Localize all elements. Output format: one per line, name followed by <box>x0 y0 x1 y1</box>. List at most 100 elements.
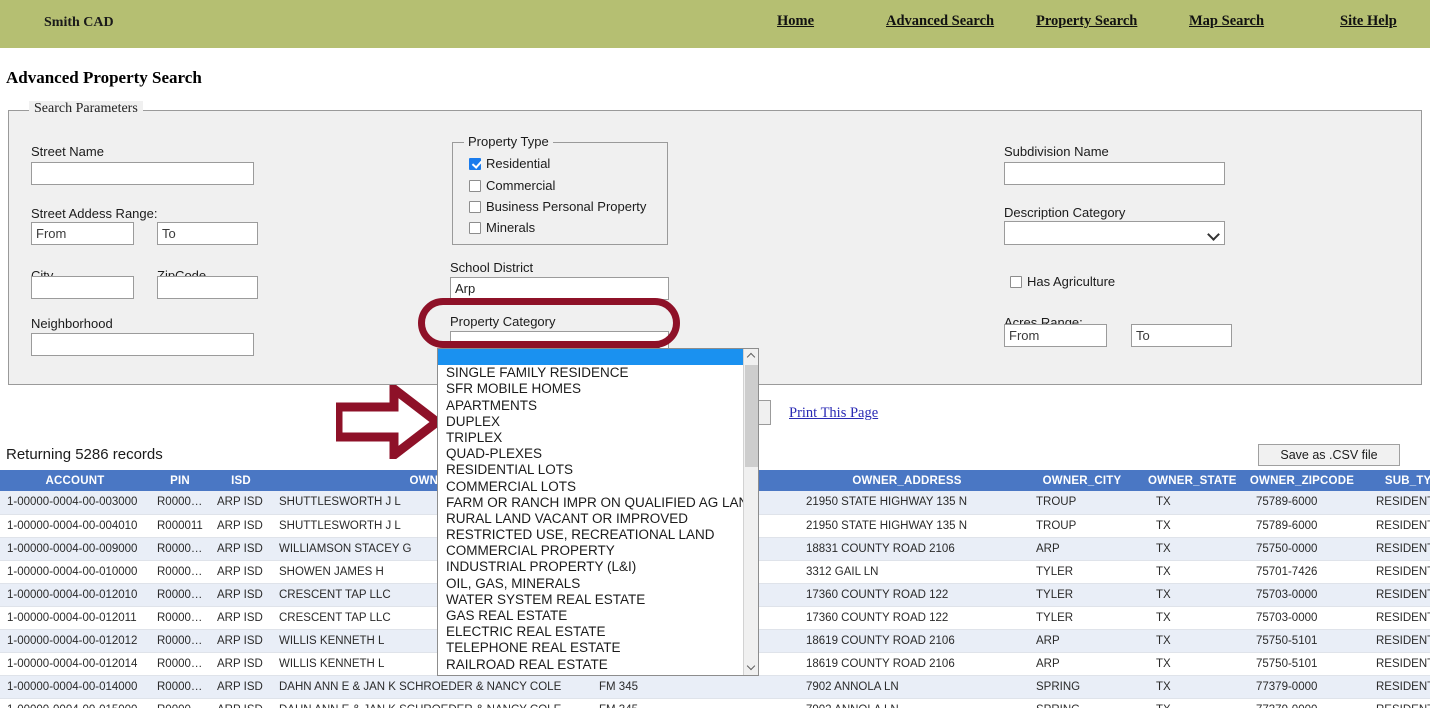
dropdown-option[interactable]: TRIPLEX <box>438 430 743 446</box>
scroll-down-arrow-icon[interactable] <box>744 660 758 675</box>
cell-account: 1-00000-0004-00-004010 <box>0 514 150 538</box>
cell-zip: 75750-5101 <box>1242 652 1362 676</box>
dropdown-option[interactable]: COMMERCIAL PROPERTY <box>438 543 743 559</box>
nav-link-advanced-search[interactable]: Advanced Search <box>886 13 994 30</box>
search-button-partially-hidden[interactable] <box>757 400 771 425</box>
city-input[interactable] <box>31 276 134 299</box>
acres-from-input[interactable] <box>1004 324 1107 347</box>
checkbox-minerals-icon[interactable] <box>469 221 481 234</box>
dropdown-option[interactable]: SINGLE FAMILY RESIDENCE <box>438 365 743 381</box>
cell-address: 18831 COUNTY ROAD 2106 <box>792 537 1022 561</box>
print-this-page-link[interactable]: Print This Page <box>789 405 878 422</box>
dropdown-option[interactable]: DUPLEX <box>438 414 743 430</box>
dropdown-option[interactable]: ELECTRIC REAL ESTATE <box>438 624 743 640</box>
table-row[interactable]: 1-00000-0004-00-014000 R000019 ARP ISD DAHN… <box>0 675 1430 699</box>
dropdown-option[interactable]: SFR MOBILE HOMES <box>438 381 743 397</box>
column-header-pin[interactable]: PIN <box>150 470 210 491</box>
dropdown-option[interactable]: RAILROAD REAL ESTATE <box>438 657 743 673</box>
dropdown-option[interactable] <box>438 349 743 366</box>
cell-city: TYLER <box>1022 606 1142 630</box>
property-type-fieldset: Property Type Residential Commercial Bus… <box>452 134 668 245</box>
dropdown-option[interactable]: QUAD-PLEXES <box>438 446 743 462</box>
cell-situs: FM 345 <box>592 698 792 708</box>
dropdown-option[interactable]: RURAL LAND VACANT OR IMPROVED <box>438 511 743 527</box>
cell-account: 1-00000-0004-00-009000 <box>0 537 150 561</box>
dropdown-option[interactable]: GAS REAL ESTATE <box>438 608 743 624</box>
dropdown-option[interactable]: APARTMENTS <box>438 398 743 414</box>
zipcode-input[interactable] <box>157 276 258 299</box>
nav-link-map-search[interactable]: Map Search <box>1189 13 1264 30</box>
column-header-account[interactable]: ACCOUNT <box>0 470 150 491</box>
column-header-owner-state[interactable]: OWNER_STATE <box>1142 470 1242 491</box>
checkbox-commercial-icon[interactable] <box>469 179 481 192</box>
cell-owner: DAHN ANN E & JAN K SCHROEDER & NANCY COL… <box>272 698 592 708</box>
cell-zip: 75750-5101 <box>1242 629 1362 653</box>
cell-pin: R000018 <box>150 652 210 676</box>
cell-state: TX <box>1142 606 1242 630</box>
has-agriculture-option[interactable]: Has Agriculture <box>1010 274 1115 289</box>
cell-sub-type: RESIDENTIAL <box>1362 491 1430 515</box>
has-agriculture-label: Has Agriculture <box>1027 274 1116 289</box>
property-category-dropdown-list[interactable]: SINGLE FAMILY RESIDENCE SFR MOBILE HOMES A… <box>437 348 759 676</box>
cell-sub-type: RESIDENTIAL <box>1362 560 1430 584</box>
cell-city: TYLER <box>1022 560 1142 584</box>
cell-address: 17360 COUNTY ROAD 122 <box>792 583 1022 607</box>
cell-state: TX <box>1142 560 1242 584</box>
cell-state: TX <box>1142 491 1242 515</box>
column-header-owner-zipcode[interactable]: OWNER_ZIPCODE <box>1242 470 1362 491</box>
dropdown-option[interactable]: WATER SYSTEM REAL ESTATE <box>438 592 743 608</box>
scroll-up-arrow-icon[interactable] <box>744 349 758 364</box>
neighborhood-input[interactable] <box>31 333 254 356</box>
street-name-input[interactable] <box>31 162 254 185</box>
cell-sub-type: RESIDENTIAL <box>1362 652 1430 676</box>
property-type-option-commercial[interactable]: Commercial <box>469 178 555 193</box>
column-header-isd[interactable]: ISD <box>210 470 272 491</box>
cell-zip: 75789-6000 <box>1242 514 1362 538</box>
cell-account: 1-00000-0004-00-012011 <box>0 606 150 630</box>
property-type-option-minerals[interactable]: Minerals <box>469 220 535 235</box>
cell-zip: 75703-0000 <box>1242 606 1362 630</box>
dropdown-option[interactable]: INDUSTRIAL PROPERTY (L&I) <box>438 559 743 575</box>
dropdown-option[interactable]: RESTRICTED USE, RECREATIONAL LAND <box>438 527 743 543</box>
returning-records-count: Returning 5286 records <box>6 446 163 463</box>
street-name-label: Street Name <box>31 144 104 159</box>
cell-city: TYLER <box>1022 583 1142 607</box>
nav-link-site-help[interactable]: Site Help <box>1340 13 1397 30</box>
dropdown-option[interactable]: TELEPHONE REAL ESTATE <box>438 640 743 656</box>
cell-sub-type: RESIDENTIAL <box>1362 583 1430 607</box>
cell-pin: R000012 <box>150 537 210 561</box>
description-category-select[interactable] <box>1004 221 1225 245</box>
column-header-owner-city[interactable]: OWNER_CITY <box>1022 470 1142 491</box>
dropdown-option[interactable]: RESIDENTIAL LOTS <box>438 462 743 478</box>
table-row[interactable]: 1-00000-0004-00-015000R000020ARP ISDDAHN… <box>0 698 1430 708</box>
property-type-option-business-personal-property[interactable]: Business Personal Property <box>469 199 646 214</box>
checkbox-has-agriculture-icon[interactable] <box>1010 275 1022 288</box>
cell-isd: ARP ISD <box>210 560 272 584</box>
checkbox-residential-icon[interactable] <box>469 157 481 170</box>
cell-city: TROUP <box>1022 514 1142 538</box>
column-header-sub-type[interactable]: SUB_TYPE <box>1362 470 1430 491</box>
column-header-owner-address[interactable]: OWNER_ADDRESS <box>792 470 1022 491</box>
dropdown-option[interactable]: FARM OR RANCH IMPR ON QUALIFIED AG LAND <box>438 495 743 511</box>
dropdown-option[interactable]: OIL, GAS, MINERALS <box>438 576 743 592</box>
street-address-from-input[interactable] <box>31 222 134 245</box>
nav-link-home[interactable]: Home <box>777 13 814 30</box>
nav-link-property-search[interactable]: Property Search <box>1036 13 1137 30</box>
subdivision-name-input[interactable] <box>1004 162 1225 185</box>
acres-to-input[interactable] <box>1131 324 1232 347</box>
cell-situs: FM 345 <box>592 675 792 699</box>
property-type-option-residential[interactable]: Residential <box>469 156 550 171</box>
dropdown-scrollbar[interactable] <box>743 349 758 675</box>
highlight-arrow-annotation <box>336 385 440 459</box>
cell-address: 7902 ANNOLA LN <box>792 675 1022 699</box>
cell-owner: DAHN ANN E & JAN K SCHROEDER & NANCY COL… <box>272 675 592 699</box>
dropdown-option[interactable]: COMMERCIAL LOTS <box>438 479 743 495</box>
cell-state: TX <box>1142 652 1242 676</box>
scrollbar-thumb[interactable] <box>745 365 758 467</box>
subdivision-name-label: Subdivision Name <box>1004 144 1109 159</box>
school-district-input[interactable] <box>450 277 669 300</box>
cell-isd: ARP ISD <box>210 491 272 515</box>
street-address-to-input[interactable] <box>157 222 258 245</box>
checkbox-business-personal-property-icon[interactable] <box>469 200 481 213</box>
save-as-csv-button[interactable]: Save as .CSV file <box>1258 444 1400 466</box>
